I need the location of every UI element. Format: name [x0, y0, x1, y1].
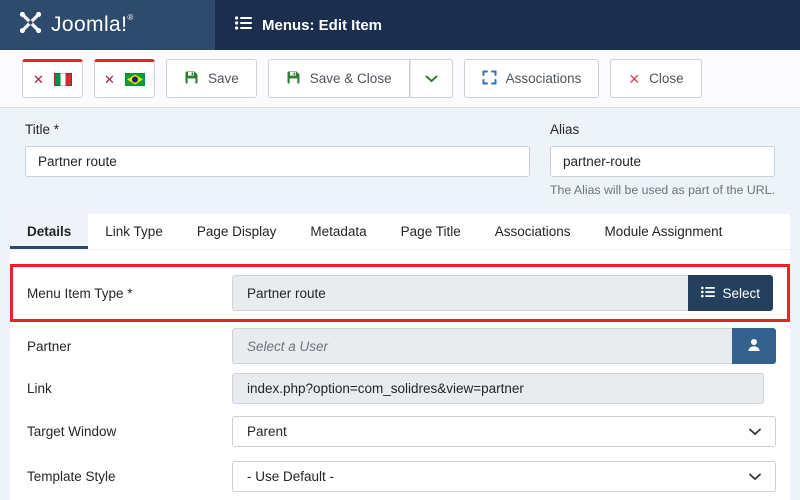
title-label: Title *	[25, 122, 60, 137]
link-row: Link index.php?option=com_solidres&view=…	[10, 373, 790, 404]
menu-item-type-label: Menu Item Type *	[27, 285, 133, 301]
joomla-brand[interactable]: Joomla!®	[0, 0, 215, 50]
edit-item-content: Title * Alias The Alias will be used as …	[0, 108, 800, 500]
link-label: Link	[27, 381, 52, 396]
page-title: Menus: Edit Item	[262, 16, 383, 34]
brazilian-flag-icon	[124, 72, 146, 87]
template-style-label: Template Style	[27, 469, 116, 484]
details-tab-panel: Menu Item Type * Partner route Select Pa…	[10, 250, 790, 492]
tab-details[interactable]: Details	[10, 214, 89, 249]
unassociate-italian-button[interactable]: ✕	[22, 59, 83, 98]
title-input[interactable]	[25, 146, 530, 177]
save-and-close-button[interactable]: Save & Close	[267, 59, 410, 98]
title-alias-section: Title * Alias The Alias will be used as …	[10, 122, 790, 197]
tab-metadata[interactable]: Metadata	[293, 214, 383, 249]
close-button[interactable]: ✕ Close	[610, 59, 702, 98]
associations-button[interactable]: Associations	[463, 59, 600, 98]
menu-item-type-value: Partner route	[232, 275, 689, 311]
user-icon	[746, 337, 762, 356]
target-window-row: Target Window Parent	[10, 416, 790, 447]
remove-association-icon: ✕	[104, 72, 115, 87]
toolbar: ✕ ✕ Save Save & Close Associations ✕ Clo…	[0, 50, 800, 108]
tab-page-display[interactable]: Page Display	[180, 214, 294, 249]
save-options-dropdown-toggle[interactable]	[409, 59, 453, 98]
save-floppy-icon	[184, 70, 199, 88]
close-x-icon: ✕	[628, 70, 641, 87]
menu-list-icon	[235, 15, 252, 35]
tab-page-title[interactable]: Page Title	[384, 214, 478, 249]
template-style-select[interactable]: - Use Default -	[232, 461, 776, 492]
target-window-select[interactable]: Parent	[232, 416, 776, 447]
tab-module-assignment[interactable]: Module Assignment	[588, 214, 740, 249]
partner-row: Partner Select a User	[10, 328, 790, 364]
joomla-logo-icon	[18, 10, 43, 40]
partner-label: Partner	[27, 338, 72, 354]
save-close-button-group: Save & Close	[267, 59, 453, 98]
italian-flag-icon	[53, 73, 72, 86]
chevron-down-icon	[749, 469, 761, 484]
save-floppy-icon	[286, 70, 301, 88]
chevron-down-icon	[749, 424, 761, 439]
menu-item-type-row-annotation: Menu Item Type * Partner route Select	[10, 264, 790, 322]
target-window-label: Target Window	[27, 424, 117, 439]
chevron-down-icon	[425, 71, 438, 86]
partner-user-field: Select a User	[232, 328, 732, 364]
save-button[interactable]: Save	[166, 59, 257, 98]
alias-input[interactable]	[550, 146, 775, 177]
admin-header: Joomla!® Menus: Edit Item	[0, 0, 800, 50]
tab-associations[interactable]: Associations	[478, 214, 588, 249]
menu-item-type-select-button[interactable]: Select	[688, 275, 773, 311]
alias-help-text: The Alias will be used as part of the UR…	[550, 183, 775, 197]
list-icon	[701, 286, 716, 301]
remove-association-icon: ✕	[33, 72, 44, 87]
app-window: Joomla!® Menus: Edit Item ✕ ✕ Save Save …	[0, 0, 800, 500]
unassociate-brazilian-button[interactable]: ✕	[94, 59, 155, 98]
link-value-field: index.php?option=com_solidres&view=partn…	[232, 373, 764, 404]
alias-label: Alias	[550, 122, 580, 137]
tab-link-type[interactable]: Link Type	[88, 214, 180, 249]
edit-form-card: Details Link Type Page Display Metadata …	[10, 214, 790, 500]
form-tabs: Details Link Type Page Display Metadata …	[10, 214, 790, 250]
template-style-row: Template Style - Use Default -	[10, 461, 790, 492]
select-user-button[interactable]	[732, 328, 776, 364]
associations-corners-icon	[482, 70, 497, 88]
page-title-bar: Menus: Edit Item	[215, 0, 800, 50]
brand-text: Joomla!®	[51, 13, 134, 36]
